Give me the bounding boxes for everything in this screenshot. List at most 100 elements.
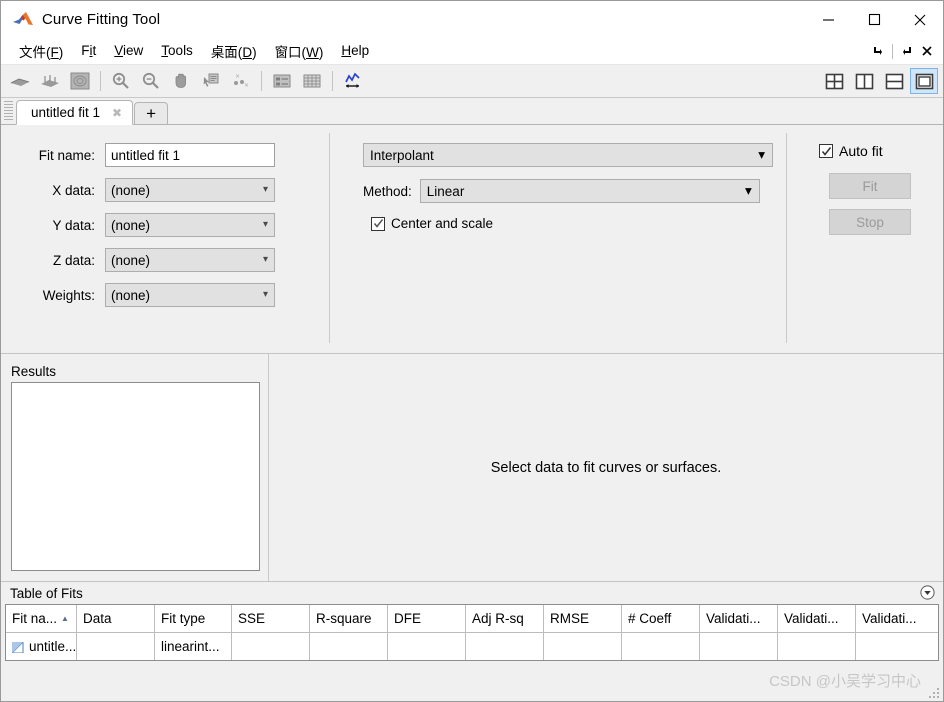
menu-item-view[interactable]: View xyxy=(105,41,152,61)
menu-item-tools[interactable]: Tools xyxy=(152,41,202,61)
window-title: Curve Fitting Tool xyxy=(42,11,160,28)
undock-arrow-icon[interactable] xyxy=(868,41,888,61)
menu-item-window[interactable]: 窗口(W) xyxy=(266,39,333,64)
zoom-in-icon[interactable] xyxy=(107,68,135,94)
method-label: Method: xyxy=(363,184,412,199)
x-data-select[interactable]: (none) ▾ xyxy=(105,178,275,202)
fit-actions: Auto fit Fit Stop xyxy=(787,125,943,353)
column-header-rmse[interactable]: RMSE xyxy=(544,605,622,632)
z-data-select[interactable]: (none) ▾ xyxy=(105,248,275,272)
fit-name-row: Fit name: untitled fit 1 xyxy=(1,143,329,167)
menu-item-file[interactable]: 文件(F) xyxy=(10,39,72,64)
menu-item-help[interactable]: Help xyxy=(332,41,378,61)
weights-label: Weights: xyxy=(1,288,105,303)
toolbar-divider-1 xyxy=(100,71,101,91)
cell-num-coeff xyxy=(622,633,700,660)
fit-options-panel: Fit name: untitled fit 1 X data: (none) … xyxy=(1,125,943,354)
column-header-r-square[interactable]: R-square xyxy=(310,605,388,632)
fit-name-input[interactable]: untitled fit 1 xyxy=(105,143,275,167)
column-header-data[interactable]: Data xyxy=(77,605,155,632)
column-header-validation-2[interactable]: Validati... xyxy=(778,605,856,632)
auto-fit-checkbox[interactable]: Auto fit xyxy=(819,143,943,159)
close-x-icon[interactable] xyxy=(917,41,937,61)
column-header-fit-name[interactable]: Fit na... ▲ xyxy=(6,605,77,632)
column-header-validation-1[interactable]: Validati... xyxy=(700,605,778,632)
cell-fit-name: untitle... xyxy=(6,633,77,660)
weights-select[interactable]: (none) ▾ xyxy=(105,283,275,307)
layout-hsplit-icon[interactable] xyxy=(880,68,908,94)
axes-limits-icon[interactable] xyxy=(339,68,367,94)
layout-vsplit-icon[interactable] xyxy=(850,68,878,94)
fit-name-label: Fit name: xyxy=(1,148,105,163)
weights-value: (none) xyxy=(111,288,150,303)
tab-untitled-fit-1[interactable]: untitled fit 1 ✖ xyxy=(16,100,133,125)
column-header-fit-type[interactable]: Fit type xyxy=(155,605,232,632)
column-header-validation-3[interactable]: Validati... xyxy=(856,605,934,632)
fit-residuals-icon[interactable] xyxy=(36,68,64,94)
pan-hand-icon[interactable] xyxy=(167,68,195,94)
menubar-divider xyxy=(892,44,893,59)
y-data-label: Y data: xyxy=(1,218,105,233)
close-button[interactable] xyxy=(897,1,943,38)
cell-fit-name-text: untitle... xyxy=(29,639,76,654)
cell-adj-r-sq xyxy=(466,633,544,660)
x-data-value: (none) xyxy=(111,183,150,198)
svg-text:×: × xyxy=(235,73,240,80)
tab-bar-grip[interactable] xyxy=(4,101,13,121)
column-header-num-coeff[interactable]: # Coeff xyxy=(622,605,700,632)
dock-arrow-icon[interactable] xyxy=(897,41,917,61)
cell-data xyxy=(77,633,155,660)
cell-rmse xyxy=(544,633,622,660)
svg-text:×: × xyxy=(244,82,249,89)
chevron-down-circle-icon[interactable] xyxy=(920,585,935,600)
chevron-down-icon: ▾ xyxy=(263,290,268,300)
fit-type-options: Interpolant ▾ Method: Linear ▾ Center an… xyxy=(330,125,786,353)
fit-type-select[interactable]: Interpolant ▾ xyxy=(363,143,773,167)
checkbox-box xyxy=(819,144,833,158)
layout-single-icon[interactable] xyxy=(910,68,938,94)
results-textbox[interactable] xyxy=(11,382,260,571)
plot-panel[interactable]: Select data to fit curves or surfaces. xyxy=(269,354,943,581)
contour-plot-icon[interactable] xyxy=(66,68,94,94)
cell-validation-1 xyxy=(700,633,778,660)
add-tab-button[interactable]: + xyxy=(134,102,168,124)
zoom-out-icon[interactable] xyxy=(137,68,165,94)
column-header-adj-r-sq[interactable]: Adj R-sq xyxy=(466,605,544,632)
maximize-button[interactable] xyxy=(851,1,897,38)
y-data-select[interactable]: (none) ▾ xyxy=(105,213,275,237)
main-content-area: Results Select data to fit curves or sur… xyxy=(1,354,943,581)
chevron-down-icon: ▾ xyxy=(745,183,752,199)
legend-icon[interactable] xyxy=(268,68,296,94)
column-header-dfe[interactable]: DFE xyxy=(388,605,466,632)
center-and-scale-checkbox[interactable]: Center and scale xyxy=(371,216,786,231)
layout-quad-icon[interactable] xyxy=(820,68,848,94)
x-data-label: X data: xyxy=(1,183,105,198)
resize-grip[interactable] xyxy=(928,687,940,699)
checkbox-box xyxy=(371,217,385,231)
fit-button[interactable]: Fit xyxy=(829,173,911,199)
menu-item-desktop[interactable]: 桌面(D) xyxy=(202,39,266,64)
method-value: Linear xyxy=(427,184,465,199)
results-title: Results xyxy=(11,364,260,379)
table-of-fits-panel: Table of Fits Fit na... ▲ Data Fit type … xyxy=(1,581,943,661)
weights-row: Weights: (none) ▾ xyxy=(1,283,329,307)
minimize-button[interactable] xyxy=(805,1,851,38)
toolbar: × × xyxy=(1,65,943,98)
menu-item-fit[interactable]: Fit xyxy=(72,41,105,61)
stop-button[interactable]: Stop xyxy=(829,209,911,235)
z-data-label: Z data: xyxy=(1,253,105,268)
toolbar-divider-2 xyxy=(261,71,262,91)
chevron-down-icon: ▾ xyxy=(263,185,268,195)
table-of-fits-title: Table of Fits xyxy=(10,586,83,601)
exclude-outliers-icon[interactable]: × × xyxy=(227,68,255,94)
table-row[interactable]: untitle... linearint... xyxy=(6,633,938,660)
column-header-sse[interactable]: SSE xyxy=(232,605,310,632)
status-bar: CSDN @小吴学习中心 xyxy=(1,661,943,701)
tab-close-icon[interactable]: ✖ xyxy=(110,107,124,119)
method-select[interactable]: Linear ▾ xyxy=(420,179,760,203)
watermark-text: CSDN @小吴学习中心 xyxy=(769,670,921,691)
fit-surface-icon[interactable] xyxy=(6,68,34,94)
grid-icon[interactable] xyxy=(298,68,326,94)
data-cursor-icon[interactable] xyxy=(197,68,225,94)
chevron-down-icon: ▾ xyxy=(263,255,268,265)
